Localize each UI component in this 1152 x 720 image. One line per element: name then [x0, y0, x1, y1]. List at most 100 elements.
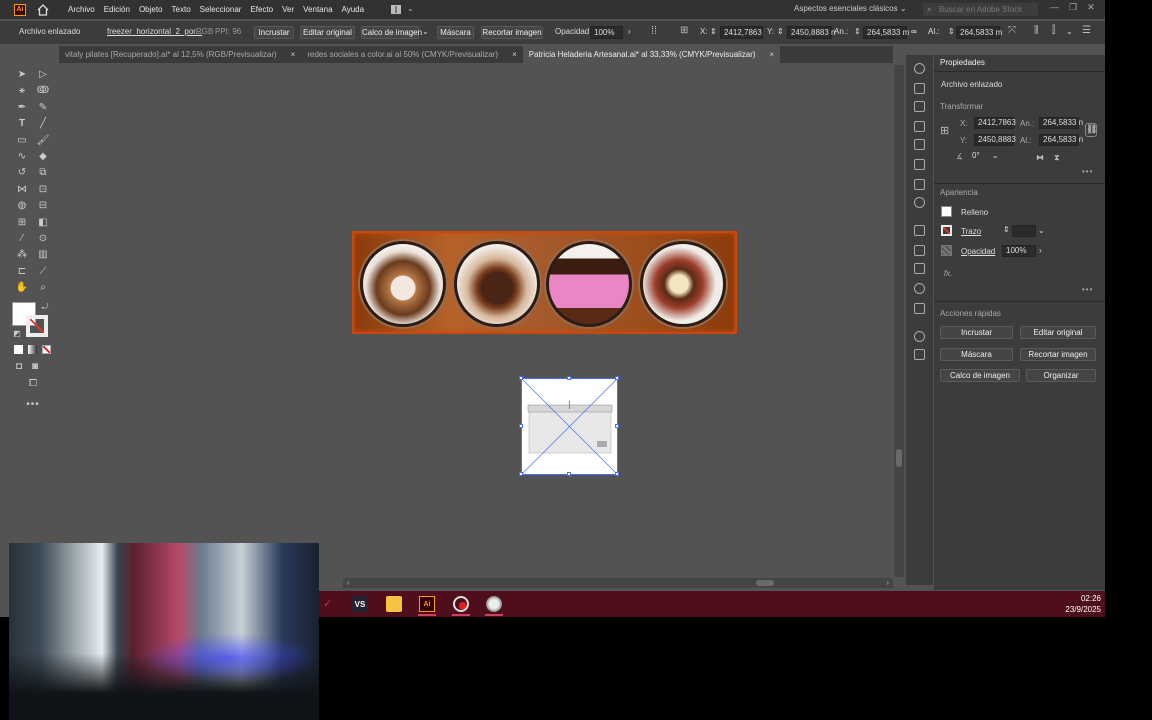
file-explorer-icon[interactable]	[386, 596, 402, 612]
opacity-input[interactable]: 100%	[590, 26, 623, 39]
chevron-down-icon[interactable]: ⌄	[422, 27, 429, 36]
height-input[interactable]: 264,5833 m	[956, 26, 1002, 39]
align-panel-icon[interactable]	[914, 303, 925, 314]
curvature-tool-icon[interactable]: ✎	[36, 100, 50, 114]
mask-button[interactable]: Máscara	[437, 26, 474, 39]
gradient-panel-icon[interactable]	[914, 179, 925, 190]
edit-original-button[interactable]: Editar original	[1020, 326, 1096, 339]
links-icon[interactable]	[914, 349, 925, 360]
gradient-mode-icon[interactable]	[28, 345, 37, 354]
horizontal-scrollbar[interactable]: ‹ ›	[343, 578, 893, 588]
image-trace-button[interactable]: Calco de imagen	[940, 369, 1020, 382]
stroke-weight-field[interactable]	[1012, 225, 1036, 237]
distribute-icon[interactable]: ⫿	[1052, 25, 1055, 36]
align-grid-icon[interactable]: ⁞⁞	[651, 25, 657, 37]
scale-tool-icon[interactable]: ⧉	[36, 165, 50, 179]
menu-objeto[interactable]: Objeto	[139, 5, 163, 14]
height-field[interactable]: 264,5833 n	[1039, 134, 1083, 146]
artboard-tool-icon[interactable]: ⊏	[15, 264, 29, 278]
stroke-swatch[interactable]	[941, 225, 952, 236]
embed-button[interactable]: Incrustar	[940, 326, 1013, 339]
menu-ayuda[interactable]: Ayuda	[342, 5, 365, 14]
symbol-sprayer-tool-icon[interactable]: ⁂	[15, 247, 29, 261]
vertical-scrollbar[interactable]	[894, 65, 904, 577]
eyedropper-tool-icon[interactable]: ⁄	[15, 231, 29, 245]
image-trace-button[interactable]: Calco de imagen	[361, 26, 422, 39]
ice-cream-banner-image[interactable]	[352, 231, 737, 334]
resize-handle[interactable]	[615, 376, 619, 380]
close-icon[interactable]: ✕	[1087, 2, 1095, 13]
menu-edicion[interactable]: Edición	[104, 5, 130, 14]
zoom-tool-icon[interactable]: ⌕	[36, 280, 50, 294]
scroll-left-icon[interactable]: ‹	[347, 578, 350, 587]
system-clock[interactable]: 02:26 23/9/2025	[1065, 593, 1101, 615]
stepper-icon[interactable]: ⇕	[710, 27, 717, 36]
libraries-icon[interactable]	[914, 63, 925, 74]
opacity-field[interactable]: 100%	[1002, 245, 1036, 257]
swap-fill-stroke-icon[interactable]: ⤾	[38, 300, 52, 314]
linked-filename-link[interactable]: freezer_horizontal_2_por...	[107, 27, 202, 36]
flip-horizontal-icon[interactable]: ⧓	[1036, 153, 1044, 162]
align-icon[interactable]: ⫼	[1034, 25, 1039, 36]
perspective-grid-tool-icon[interactable]: ⊟	[36, 198, 50, 212]
layers-icon[interactable]	[914, 225, 925, 236]
direct-selection-tool-icon[interactable]: ▷	[36, 67, 50, 81]
stepper-icon[interactable]: ⇕	[777, 27, 784, 36]
type-tool-icon[interactable]: T	[15, 116, 29, 130]
opacity-label[interactable]: Opacidad	[961, 247, 995, 256]
browser-icon[interactable]	[486, 596, 502, 612]
selection-tool-icon[interactable]: ➤	[15, 67, 29, 81]
gradient-tool-icon[interactable]: ◧	[36, 215, 50, 229]
transform-icon[interactable]: ⤧	[1008, 25, 1016, 36]
panel-menu-icon[interactable]: ☰	[1082, 25, 1091, 36]
home-icon[interactable]	[36, 3, 50, 17]
x-position-field[interactable]: 2412,7863	[974, 117, 1016, 129]
screen-recorder-icon[interactable]	[453, 596, 469, 612]
resize-handle[interactable]	[519, 472, 523, 476]
menu-ver[interactable]: Ver	[282, 5, 294, 14]
color-mode-icon[interactable]	[14, 345, 23, 354]
symbols-icon[interactable]	[914, 139, 925, 150]
resize-handle[interactable]	[567, 472, 571, 476]
angle-field[interactable]: 0° ⌄	[969, 151, 1005, 163]
pen-tool-icon[interactable]: ✒	[15, 100, 29, 114]
resize-handle[interactable]	[615, 424, 619, 428]
draw-normal-icon[interactable]: ◘	[12, 359, 26, 373]
width-field[interactable]: 264,5833 n	[1039, 117, 1083, 129]
close-tab-icon[interactable]: ×	[512, 46, 517, 63]
default-colors-icon[interactable]: ◩	[10, 326, 24, 340]
arrange-documents-icon[interactable]	[391, 5, 401, 14]
edit-original-button[interactable]: Editar original	[300, 26, 355, 39]
pathfinder-icon[interactable]	[914, 263, 925, 274]
effects-fx-icon[interactable]: fx.	[944, 269, 952, 278]
stroke-label[interactable]: Trazo	[961, 227, 981, 236]
scroll-right-icon[interactable]: ›	[886, 578, 889, 587]
screen-mode-icon[interactable]: ⧠	[26, 376, 40, 390]
color-guide-icon[interactable]	[914, 283, 925, 294]
x-position-input[interactable]: 2412,7863	[720, 26, 763, 39]
tab-vitaly-pilates[interactable]: vitaly pilates [Recuperado].ai* al 12,5%…	[59, 46, 301, 63]
appearance-icon[interactable]	[914, 331, 925, 342]
rectangle-tool-icon[interactable]: ▭	[15, 133, 29, 147]
y-position-input[interactable]: 2450,8883 n	[787, 26, 836, 39]
width-input[interactable]: 264,5833 m	[863, 26, 909, 39]
edit-toolbar-icon[interactable]: •••	[26, 397, 40, 411]
fill-swatch[interactable]	[941, 206, 952, 217]
export-icon[interactable]	[914, 83, 925, 94]
adobe-stock-search-input[interactable]: ⌕ Buscar en Adobe Stock	[923, 3, 1038, 16]
close-tab-icon[interactable]: ×	[770, 46, 775, 63]
reference-point-icon[interactable]: ⊞	[680, 25, 688, 36]
flip-vertical-icon[interactable]: ⧗	[1054, 153, 1060, 163]
freezer-linked-image[interactable]	[521, 378, 618, 475]
reference-point-icon[interactable]: ⊞	[940, 124, 949, 137]
none-mode-icon[interactable]	[42, 345, 51, 354]
menu-texto[interactable]: Texto	[172, 5, 191, 14]
more-options-icon[interactable]: •••	[1082, 285, 1093, 294]
more-options-icon[interactable]: •••	[1082, 167, 1093, 176]
crop-image-button[interactable]: Recortar imagen	[481, 26, 543, 39]
stroke-panel-icon[interactable]	[914, 159, 925, 170]
embed-button[interactable]: Incrustar	[254, 26, 294, 39]
shape-builder-tool-icon[interactable]: ◍	[15, 198, 29, 212]
y-position-field[interactable]: 2450,8883	[974, 134, 1016, 146]
link-proportions-icon[interactable]: ∞	[911, 27, 917, 36]
